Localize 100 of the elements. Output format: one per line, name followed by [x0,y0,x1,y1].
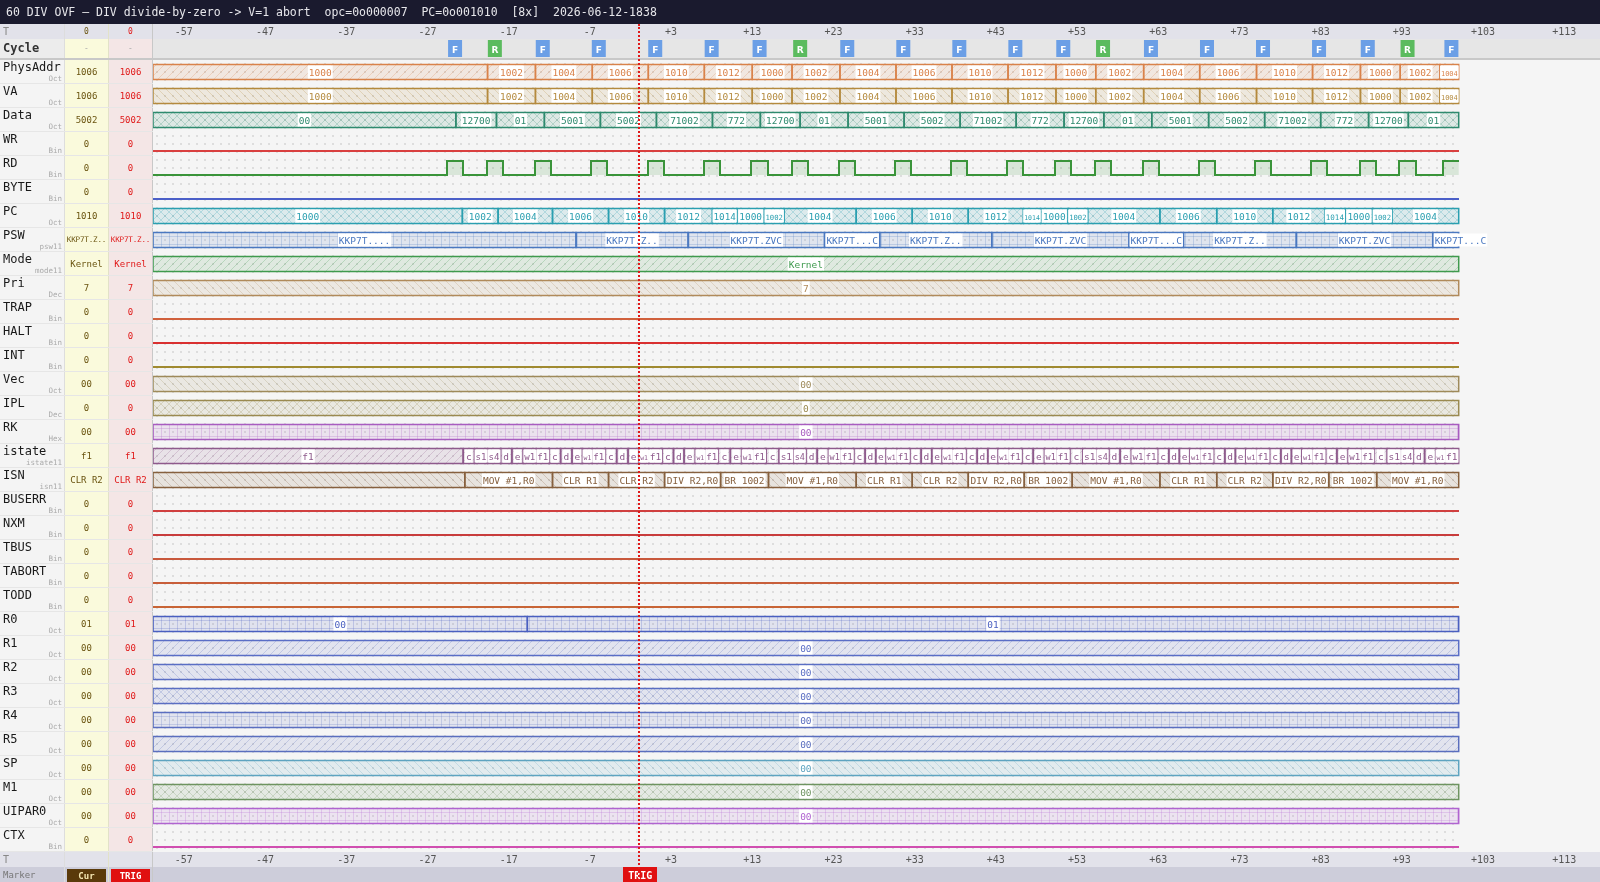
time-tick: +83 [1311,26,1330,37]
cursor-value: 0 [83,186,90,197]
trigger-value: - [128,44,133,53]
time-tick: +13 [743,26,762,37]
cursor-value: 0 [83,402,90,413]
cycle-flag: F [1056,40,1071,57]
segment-value: e [933,449,941,463]
segment-value: c [768,449,777,463]
signal-name: Cycle [3,41,41,56]
signal-name: WR [3,132,19,147]
signal-name: TBUS [3,540,33,555]
segment-value: d [618,449,627,463]
cycle-flag: F [896,40,911,57]
cycle-flag: F [840,40,855,57]
time-tick: +53 [1068,854,1087,865]
segment-value: e [1338,449,1347,463]
trigger-value: 00 [125,786,136,797]
time-tick: -37 [337,26,356,37]
cursor-value: 01 [81,618,92,629]
segment-value: c [911,449,920,463]
cursor-value: 0 [83,546,90,557]
segment-value: e [989,449,997,463]
segment-value: d [922,449,931,463]
segment-value: e [629,449,638,463]
time-tick: +73 [1230,854,1249,865]
time-tick: -27 [418,854,437,865]
trigger-value: 1010 [119,210,142,221]
cursor-value: 00 [81,714,92,725]
trigger-value: 00 [125,378,136,389]
cursor-value: f1 [81,450,92,461]
time-tick: +33 [905,854,924,865]
segment-value: d [1110,449,1119,463]
segment-value: c [663,449,672,463]
trigger-value: 0 [127,522,134,533]
trigger-value: 5002 [119,114,142,125]
signal-name: PhysAddr [3,60,62,75]
time-tick: +73 [1230,26,1249,37]
segment-value: c [1159,449,1167,463]
segment-value: c [1271,449,1280,463]
trigger-value: 0 [127,138,134,149]
trigger-marker-button[interactable]: TRIG [111,868,150,882]
signal-name: NXM [3,516,26,531]
cycle-flag: F [952,40,967,57]
cursor-time: 0 [84,27,89,36]
trigger-time: 0 [128,27,133,36]
trigger-value: CLR R2 [114,474,147,485]
signal-name: RK [3,420,19,435]
time-tick: -7 [583,854,596,865]
axis-label: T [3,25,11,39]
trigger-value: 00 [125,666,136,677]
trigger-value: 00 [125,426,136,437]
time-tick: +43 [986,26,1005,37]
segment-value: c [1376,449,1385,463]
cursor-value: 00 [81,426,92,437]
trigger-value: 00 [125,690,136,701]
trigger-value: f1 [125,450,136,461]
signal-name: BYTE [3,180,33,195]
signal-name: R3 [3,684,19,699]
cursor-value: 7 [83,282,90,293]
cursor-value: 0 [83,138,90,149]
time-tick: +113 [1552,26,1577,37]
cursor-value: 00 [81,738,92,749]
trigger-value: 7 [127,282,134,293]
signal-name: istate [3,444,48,459]
segment-value: c [551,449,559,463]
signal-name: TODD [3,588,33,603]
segment-value: c [720,449,729,463]
cycle-flag: R [1400,40,1415,57]
trigger-value: 00 [125,714,136,725]
segment-value: d [1170,449,1178,463]
signal-name: INT [3,348,26,363]
trigger-value: 01 [125,618,136,629]
cursor-value: 1006 [75,66,98,77]
trigger-value: 0 [127,354,134,365]
trigger-value: 0 [127,186,134,197]
time-tick: +23 [824,854,843,865]
segment-value: e [732,449,740,463]
axis-label: T [3,853,11,867]
signal-name: PSW [3,228,26,243]
segment-value: e [1292,449,1301,463]
signal-name: TRAP [3,300,33,315]
signal-name: ISN [3,468,26,483]
time-tick: -57 [174,854,193,865]
cycle-flag: F [1444,40,1459,57]
cycle-flag: F [1312,40,1327,57]
marker-label: Marker [3,869,37,882]
cycle-flag: F [648,40,663,57]
segment-value: d [866,449,875,463]
trigger-value: 0 [127,594,134,605]
segment-value: e [685,449,694,463]
cursor-marker-button[interactable]: Cur [67,868,106,882]
trigger-value: 0 [127,402,134,413]
signal-name: R1 [3,636,19,651]
trigger-value: 0 [127,570,134,581]
cursor-value: - [84,44,89,53]
cycle-flag: F [591,40,606,57]
signal-name: Mode [3,252,33,267]
cycle-flag: F [1200,40,1214,57]
time-tick: +63 [1149,26,1168,37]
time-tick: -37 [337,854,356,865]
